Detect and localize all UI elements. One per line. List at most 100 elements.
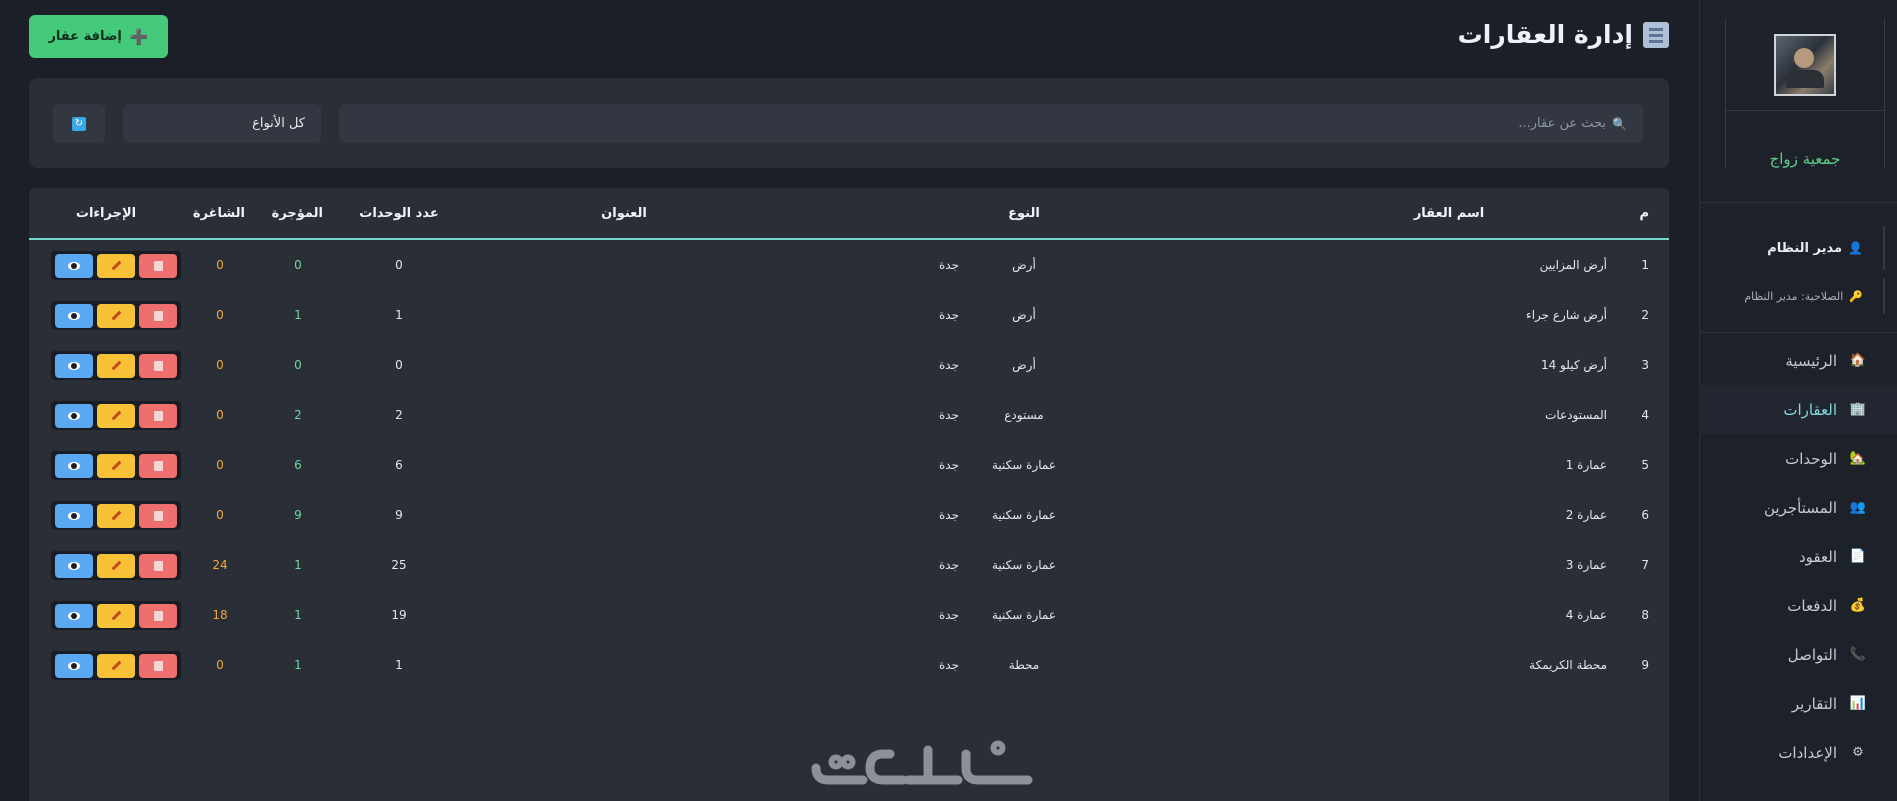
delete-button[interactable] [139, 403, 177, 428]
row-actions [51, 601, 181, 630]
user-role: الصلاحية: مدير النظام [1744, 289, 1844, 303]
phone-icon: 📞 [1849, 647, 1867, 662]
sidebar-item-communication[interactable]: 📞 التواصل [1699, 630, 1897, 679]
view-button[interactable] [55, 453, 93, 478]
pencil-icon [111, 610, 121, 621]
table-row: 7 عمارة 3 عمارة سكنية جدة 25 1 24 [29, 540, 1669, 590]
add-property-button[interactable]: ➕ إضافة عقار [29, 15, 168, 58]
sidebar-item-units[interactable]: 🏡 الوحدات [1699, 434, 1897, 483]
divider [1726, 110, 1884, 111]
search-input[interactable]: 🔍 بحث عن عقار... [339, 104, 1643, 143]
edit-button[interactable] [97, 303, 135, 328]
watermark-logo [811, 740, 1033, 785]
view-button[interactable] [55, 253, 93, 278]
cell-name: محطة الكريمكة [1529, 658, 1607, 672]
header-name: اسم العقار [1413, 206, 1485, 221]
refresh-button[interactable]: ↻ [53, 104, 105, 143]
cell-vacant: 0 [216, 408, 224, 422]
sidebar-nav: 🏠 الرئيسية 🏢 العقارات 🏡 الوحدات 👥 المستأ… [1699, 336, 1897, 777]
delete-button[interactable] [139, 603, 177, 628]
header-address: العنوان [601, 206, 647, 221]
user-card: 👤 مدير النظام 🔑 الصلاحية: مدير النظام [1713, 226, 1885, 314]
view-button[interactable] [55, 353, 93, 378]
cell-type: أرض [1012, 358, 1036, 372]
header-vacant: الشاغرة [192, 206, 245, 221]
delete-button[interactable] [139, 503, 177, 528]
sidebar-item-label: الدفعات [1787, 596, 1837, 615]
sidebar-item-reports[interactable]: 📊 التقارير [1699, 679, 1897, 728]
cell-type: عمارة سكنية [991, 508, 1056, 522]
sidebar-item-label: الوحدات [1785, 449, 1837, 468]
cell-address: جدة [938, 458, 959, 472]
edit-button[interactable] [97, 403, 135, 428]
view-button[interactable] [55, 553, 93, 578]
table-row: 6 عمارة 2 عمارة سكنية جدة 9 9 0 [29, 490, 1669, 540]
edit-button[interactable] [97, 353, 135, 378]
eye-icon [68, 311, 80, 320]
edit-button[interactable] [97, 253, 135, 278]
cell-units: 25 [391, 558, 407, 572]
edit-button[interactable] [97, 453, 135, 478]
view-button[interactable] [55, 503, 93, 528]
cell-address: جدة [938, 258, 959, 272]
sidebar-item-home[interactable]: 🏠 الرئيسية [1699, 336, 1897, 385]
eye-icon [68, 611, 80, 620]
delete-button[interactable] [139, 553, 177, 578]
delete-button[interactable] [139, 303, 177, 328]
edit-button[interactable] [97, 603, 135, 628]
cell-type: مستودع [1004, 408, 1044, 422]
delete-button[interactable] [139, 353, 177, 378]
view-button[interactable] [55, 303, 93, 328]
edit-button[interactable] [97, 553, 135, 578]
type-filter-select[interactable]: كل الأنواع [123, 104, 321, 143]
cell-address: جدة [938, 508, 959, 522]
delete-button[interactable] [139, 453, 177, 478]
delete-button[interactable] [139, 253, 177, 278]
cell-name: أرض كيلو 14 [1540, 358, 1607, 372]
cell-vacant: 18 [212, 608, 228, 622]
org-card: جمعية زواج [1725, 18, 1885, 168]
sidebar-item-label: التواصل [1787, 645, 1837, 664]
view-button[interactable] [55, 603, 93, 628]
sidebar-item-settings[interactable]: ⚙ الإعدادات [1699, 728, 1897, 777]
pencil-icon [111, 560, 121, 571]
users-icon: 👥 [1849, 500, 1867, 515]
delete-button[interactable] [139, 653, 177, 678]
cell-units: 19 [391, 608, 407, 622]
cell-address: جدة [938, 358, 959, 372]
sidebar-item-tenants[interactable]: 👥 المستأجرين [1699, 483, 1897, 532]
edit-button[interactable] [97, 653, 135, 678]
cell-type: أرض [1012, 258, 1036, 272]
refresh-icon: ↻ [72, 116, 86, 131]
type-filter-value: كل الأنواع [252, 116, 305, 131]
cell-name: أرض المزايين [1539, 258, 1607, 272]
cell-rented: 1 [294, 558, 302, 572]
eye-icon [68, 361, 80, 370]
pencil-icon [111, 260, 121, 271]
sidebar-item-contracts[interactable]: 📄 العقود [1699, 532, 1897, 581]
page-title: إدارة العقارات [1458, 20, 1669, 49]
divider [1700, 202, 1897, 203]
eye-icon [68, 511, 80, 520]
cell-name: المستودعات [1545, 408, 1607, 422]
cell-num: 9 [1641, 658, 1649, 672]
trash-icon [153, 260, 163, 271]
trash-icon [153, 610, 163, 621]
user-icon: 👤 [1848, 241, 1863, 255]
home-icon: 🏠 [1849, 353, 1867, 368]
cell-actions [41, 440, 181, 490]
header-type: النوع [1008, 206, 1040, 221]
cell-units: 6 [395, 458, 403, 472]
table-row: 2 أرض شارع جراء أرض جدة 1 1 0 [29, 290, 1669, 340]
view-button[interactable] [55, 403, 93, 428]
cell-num: 4 [1641, 408, 1649, 422]
table-row: 1 أرض المزايين أرض جدة 0 0 0 [29, 240, 1669, 290]
money-bag-icon: 💰 [1849, 598, 1867, 613]
view-button[interactable] [55, 653, 93, 678]
eye-icon [68, 561, 80, 570]
document-icon: 📄 [1849, 549, 1867, 564]
sidebar-item-properties[interactable]: 🏢 العقارات [1699, 385, 1897, 434]
edit-button[interactable] [97, 503, 135, 528]
sidebar-item-payments[interactable]: 💰 الدفعات [1699, 581, 1897, 630]
cell-name: عمارة 2 [1565, 508, 1607, 522]
